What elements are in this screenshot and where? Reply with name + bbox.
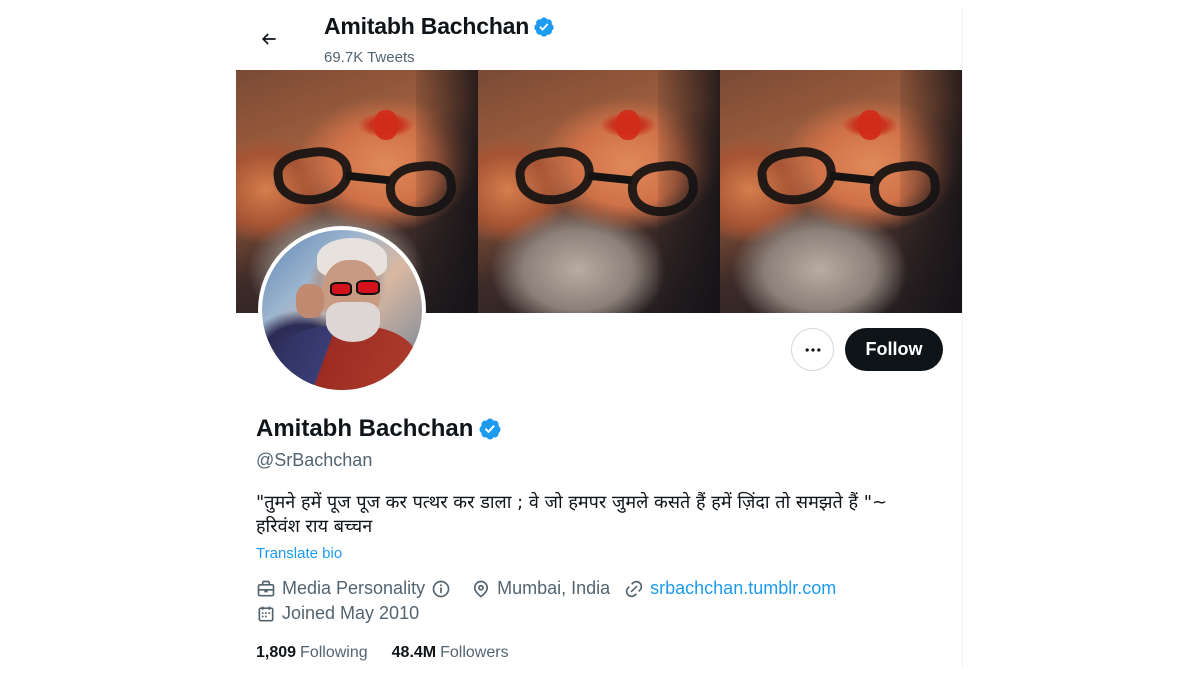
- profile-bio: "तुमने हमें पूज पूज कर पत्थर कर डाला ; व…: [256, 492, 888, 537]
- verified-badge-icon[interactable]: [478, 417, 502, 441]
- category-text: Media Personality: [282, 578, 426, 598]
- back-button[interactable]: [252, 22, 286, 56]
- briefcase-icon: [257, 580, 275, 596]
- tweet-count: 69.7K Tweets: [324, 49, 415, 66]
- category-item: Media Personality: [256, 578, 457, 599]
- banner-tile: [720, 70, 962, 313]
- location-pin-icon: [473, 580, 489, 598]
- website-item[interactable]: srbachchan.tumblr.com: [624, 578, 836, 599]
- calendar-icon: [258, 606, 274, 621]
- avatar-image: [262, 230, 422, 390]
- avatar[interactable]: [258, 226, 426, 394]
- link-icon: [625, 580, 643, 597]
- following-count: 1,809: [256, 644, 297, 661]
- more-options-button[interactable]: [791, 328, 834, 371]
- following-label: Following: [300, 644, 368, 661]
- following-link[interactable]: 1,809 Following: [256, 644, 368, 662]
- info-icon[interactable]: [431, 579, 451, 599]
- verified-badge-icon: [534, 16, 554, 37]
- followers-link[interactable]: 48.4M Followers: [392, 644, 509, 662]
- header-title: Amitabh Bachchan: [324, 13, 555, 40]
- profile-meta: Media Personality Mumbai, India srbachch…: [256, 578, 850, 599]
- profile-column: Amitabh Bachchan 69.7K Tweets Follow Ami…: [236, 0, 962, 675]
- profile-handle: @SrBachchan: [256, 450, 373, 470]
- column-divider: [962, 8, 963, 668]
- arrow-left-icon: [261, 33, 276, 45]
- header-display-name: Amitabh Bachchan: [324, 13, 530, 39]
- location-text: Mumbai, India: [497, 578, 611, 598]
- profile-display-name: Amitabh Bachchan: [256, 415, 474, 442]
- follow-stats: 1,809 Following 48.4M Followers: [256, 644, 533, 662]
- website-link[interactable]: srbachchan.tumblr.com: [650, 578, 836, 599]
- banner-tile: [478, 70, 720, 313]
- followers-count: 48.4M: [391, 644, 437, 661]
- profile-name-row: Amitabh Bachchan: [256, 415, 502, 443]
- profile-header: Amitabh Bachchan 69.7K Tweets: [236, 0, 962, 70]
- follow-button[interactable]: Follow: [845, 328, 943, 371]
- joined-text: Joined May 2010: [282, 603, 420, 623]
- location-item: Mumbai, India: [471, 578, 610, 599]
- joined-item: Joined May 2010: [256, 603, 419, 624]
- translate-bio-link[interactable]: Translate bio: [256, 545, 342, 562]
- more-dots-icon: [805, 347, 820, 352]
- followers-label: Followers: [440, 644, 509, 661]
